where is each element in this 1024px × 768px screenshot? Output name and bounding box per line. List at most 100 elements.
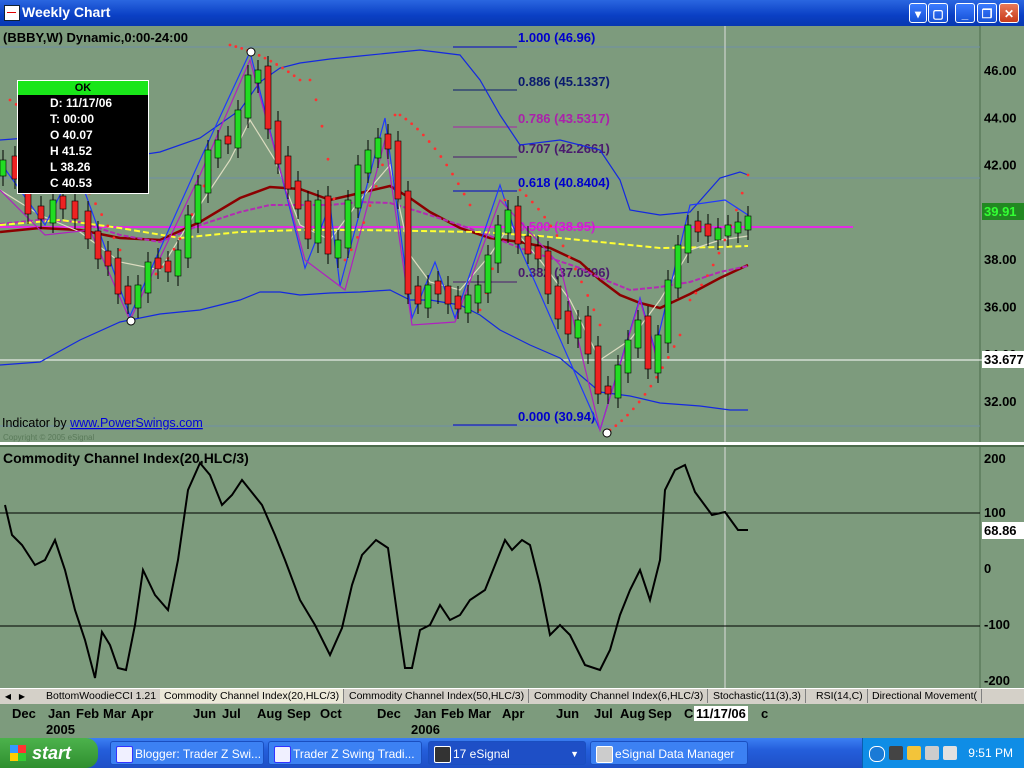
candle-body (674, 244, 682, 289)
tab-stochastic[interactable]: Stochastic(11(3),3) (709, 689, 806, 703)
sar-dot (332, 197, 336, 201)
sar-dot (445, 163, 449, 167)
menu-dropdown-icon[interactable]: ▾ (909, 3, 927, 23)
tab-directional-movement[interactable]: Directional Movement( (868, 689, 983, 703)
cci-tick: -200 (984, 673, 1010, 688)
sar-dot (8, 98, 12, 102)
sar-dot (614, 424, 618, 428)
price-tick: 32.00 (984, 394, 1017, 409)
sar-dot (543, 215, 547, 219)
sar-dot (362, 221, 366, 225)
candle-body (734, 221, 742, 234)
sar-dot (567, 255, 571, 259)
sar-dot (666, 356, 670, 359)
month-label: Apr (131, 706, 154, 721)
tab-cci-6[interactable]: Commodity Channel Index(6,HLC/3) (530, 689, 709, 703)
minimize-icon[interactable]: _ (955, 3, 975, 23)
tray-folder-icon[interactable] (907, 746, 921, 760)
candle-body (314, 199, 322, 244)
date-axis: Dec Jan Feb Mar Apr Jun Jul Aug Sep Oct Dec Jan Feb M… (0, 704, 1024, 738)
taskbar-trader-z[interactable]: Trader Z Swing Tradi... (268, 741, 422, 765)
sar-dot (706, 274, 709, 278)
sar-dot (240, 47, 244, 50)
month-label: Feb (441, 706, 465, 721)
price-chart[interactable]: 1.000 (46.96) 0.886 (45.1337) 0.786 (43.53… (0, 26, 1024, 704)
month-label: Sep (287, 706, 311, 721)
sar-dot (598, 323, 602, 327)
sar-dot (381, 163, 384, 167)
candle-body (354, 164, 362, 209)
candle-body (49, 199, 57, 224)
close-icon[interactable]: ✕ (999, 3, 1019, 23)
tab-cci-20[interactable]: Commodity Channel Index(20,HLC/3) (160, 689, 345, 703)
tab-cci-50[interactable]: Commodity Channel Index(50,HLC/3) (345, 689, 530, 703)
crosshair-price-label: 33.677 (984, 352, 1024, 367)
esignal-icon (434, 746, 451, 763)
ie-icon (274, 746, 291, 763)
title-bar[interactable]: Weekly Chart ▾ ▢ _ ❐ ✕ (0, 0, 1024, 26)
tab-rsi[interactable]: RSI(14,C) (812, 689, 868, 703)
sar-dot (234, 45, 238, 48)
taskbar-data-manager[interactable]: eSignal Data Manager (590, 741, 748, 765)
candle-body (104, 250, 112, 267)
candle-body (504, 209, 512, 234)
chart-area[interactable]: 1.000 (46.96) 0.886 (45.1337) 0.786 (43.53… (0, 26, 1024, 704)
candle-body (414, 285, 422, 305)
candle-body (484, 254, 492, 294)
fib-level-label: 0.786 (43.5317) (518, 111, 610, 126)
powerswings-link[interactable]: www.PowerSwings.com (69, 416, 203, 430)
sar-dot (746, 173, 750, 177)
month-label: Mar (103, 706, 127, 721)
month-label: c (761, 706, 769, 721)
taskbar-blogger[interactable]: Blogger: Trader Z Swi... (110, 741, 264, 765)
month-label: Mar (468, 706, 492, 721)
candle-body (59, 195, 67, 210)
candle-body (714, 227, 722, 241)
candle-body (71, 200, 79, 220)
sar-dot (320, 124, 324, 128)
month-label: Jul (222, 706, 241, 721)
sar-dot (112, 236, 116, 240)
candle-body (37, 205, 45, 220)
candle-body (174, 249, 182, 277)
sar-dot (711, 263, 715, 267)
cursor-date-label: 11/17/06 (694, 706, 748, 721)
tray-volume-icon[interactable] (943, 746, 957, 760)
price-tick: 36.00 (984, 300, 1017, 315)
ohlc-date: D: 11/17/06 (50, 96, 113, 110)
month-label: Jan (414, 706, 437, 721)
tray-printer-icon[interactable] (889, 746, 903, 760)
sar-dot (263, 56, 267, 60)
sar-dot (735, 208, 738, 212)
cci-title: Commodity Channel Index(20,HLC/3) (3, 450, 249, 466)
start-button[interactable]: start (0, 738, 98, 768)
cci-tick: 100 (984, 505, 1006, 520)
candle-body (584, 315, 592, 355)
ohlc-close: C 40.53 (50, 176, 93, 190)
maximize-icon[interactable]: ❐ (977, 3, 997, 23)
tray-network-icon[interactable] (925, 746, 939, 760)
taskbar-esignal[interactable]: 17 eSignal ▼ (428, 741, 586, 765)
candle-body (324, 195, 332, 255)
candle-body (604, 385, 612, 395)
sar-dot (530, 200, 534, 204)
price-tick: 44.00 (984, 110, 1017, 125)
sar-dot (326, 157, 330, 161)
candle-body (204, 149, 212, 194)
tray-arrow-icon[interactable] (869, 746, 885, 762)
tab-scroll-left-icon[interactable]: ◀ (2, 691, 14, 702)
sar-dot (678, 333, 682, 337)
tab-scroll-right-icon[interactable]: ▶ (16, 691, 28, 702)
cci-tick: -100 (984, 617, 1010, 632)
tab-bottom-woodie-cci[interactable]: BottomWoodieCCI 1.21 (42, 689, 162, 703)
sar-dot (292, 74, 296, 78)
restore-window-icon[interactable]: ▢ (928, 3, 948, 23)
month-label: C (684, 706, 694, 721)
candle-body (184, 214, 192, 259)
candle-body (304, 200, 312, 240)
candle-body (124, 285, 132, 305)
sar-dot (368, 204, 372, 208)
candle-body (284, 155, 292, 190)
sar-dot (717, 251, 721, 255)
sar-dot (286, 70, 290, 74)
